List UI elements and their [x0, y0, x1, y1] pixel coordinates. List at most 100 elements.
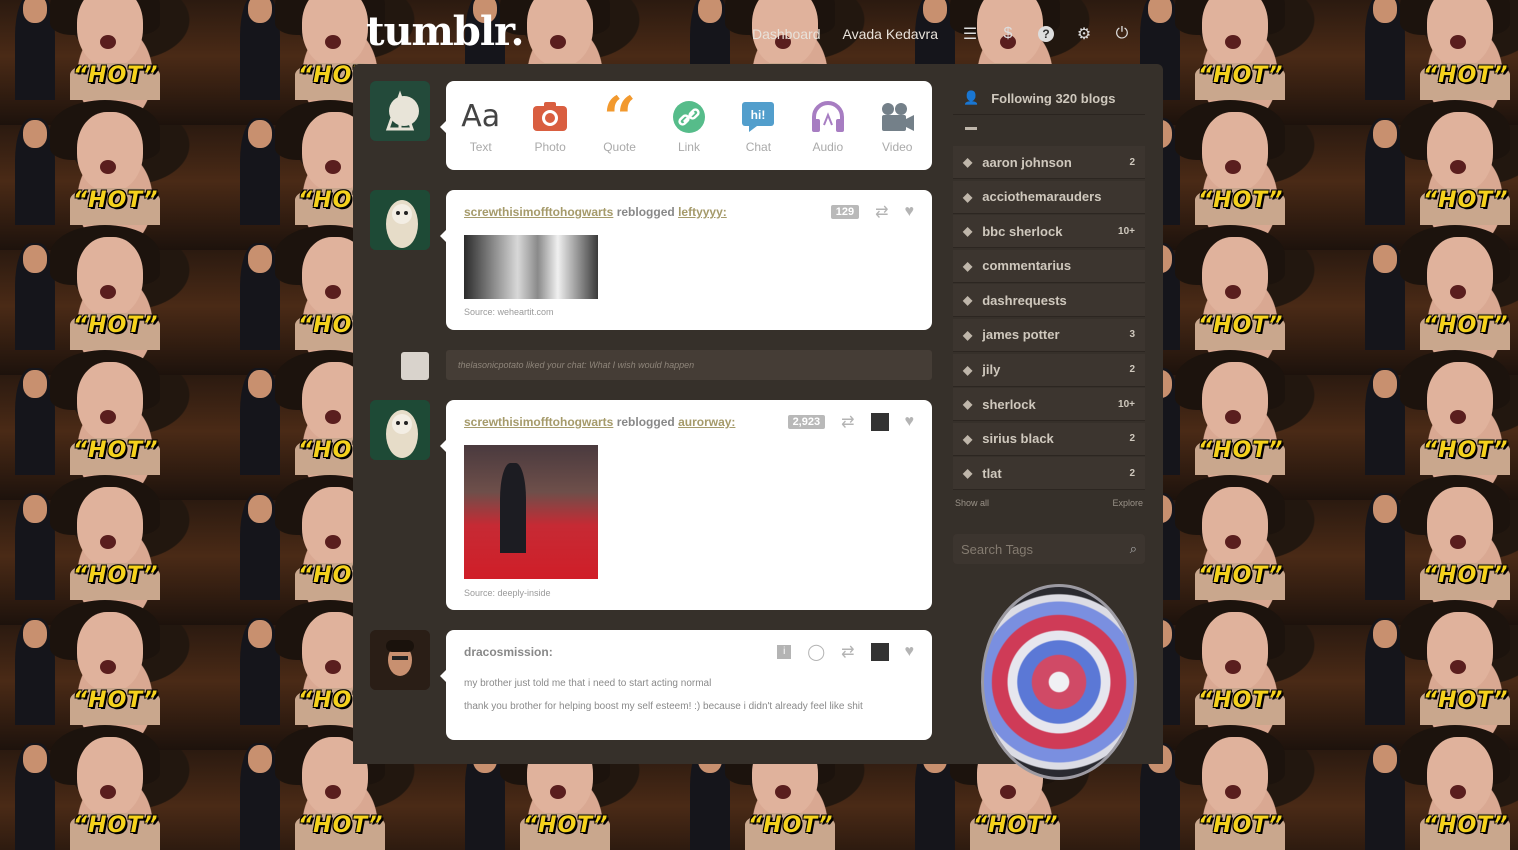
- tag-item[interactable]: ◆ james potter 3: [953, 318, 1145, 352]
- reblog-icon[interactable]: ⇄: [841, 642, 854, 662]
- tile-figure: [23, 495, 47, 523]
- heart-icon[interactable]: ♥: [905, 413, 915, 431]
- post-video-button[interactable]: Video: [866, 98, 928, 154]
- tag-item[interactable]: ◆ acciothemarauders: [953, 180, 1145, 214]
- gear-icon[interactable]: ⚙: [1074, 24, 1094, 44]
- reblog-icon[interactable]: ⇄: [875, 202, 888, 222]
- post-avatar[interactable]: [370, 630, 430, 690]
- post-source-link[interactable]: aurorway:: [678, 415, 735, 429]
- post-image[interactable]: [464, 235, 598, 299]
- search-tags-input[interactable]: Search Tags ⌕: [953, 534, 1145, 565]
- heart-icon[interactable]: ♥: [905, 203, 915, 221]
- edit-icon[interactable]: i: [777, 645, 792, 659]
- nav-dashboard-link[interactable]: Dashboard: [752, 26, 821, 42]
- post-photo-button[interactable]: Photo: [519, 98, 581, 154]
- tag-label: commentarius: [982, 258, 1072, 274]
- reblogger-avatar[interactable]: [870, 643, 889, 661]
- dollar-icon[interactable]: $: [998, 24, 1018, 44]
- reblog-icon[interactable]: ⇄: [841, 412, 854, 432]
- background-tile: “HOT”: [0, 225, 220, 350]
- camera-icon: [532, 98, 568, 136]
- post-avatar[interactable]: [370, 400, 430, 460]
- tag-item[interactable]: ◆ aaron johnson 2: [953, 146, 1145, 179]
- tile-mouth: [550, 785, 566, 799]
- notes-count[interactable]: 129: [830, 205, 860, 219]
- nav-blog-link[interactable]: Avada Kedavra: [843, 26, 938, 42]
- post-audio-button[interactable]: Audio: [797, 98, 859, 154]
- hot-caption: “HOT”: [1198, 313, 1284, 338]
- post-chat-button[interactable]: hi! Chat: [727, 98, 789, 154]
- tag-count: 2: [1129, 364, 1135, 376]
- tile-figure: [1148, 0, 1172, 23]
- tile-mouth: [100, 35, 116, 49]
- fan-decoration-image: [981, 584, 1137, 780]
- post-type-bar: Aa Text Photo “ Quote Link hi! Chat Audi…: [440, 81, 932, 170]
- tag-item[interactable]: ◆ dashrequests: [953, 284, 1145, 318]
- post-source[interactable]: Source: weheartit.com: [464, 307, 554, 317]
- post-author-link[interactable]: screwthisimofftohogwarts: [464, 415, 613, 429]
- tile-figure: [698, 0, 722, 23]
- tag-icon: ◆: [963, 224, 973, 239]
- tile-mouth: [775, 785, 791, 799]
- tile-mouth: [1450, 35, 1466, 49]
- heart-icon[interactable]: ♥: [905, 643, 915, 661]
- post-quote-button[interactable]: “ Quote: [589, 89, 651, 154]
- tile-figure: [1373, 620, 1397, 648]
- post-type-label: Audio: [812, 139, 844, 154]
- power-icon[interactable]: ⏻: [1112, 24, 1132, 44]
- post-source-link[interactable]: leftyyyy:: [678, 205, 727, 219]
- post-type-label: Text: [469, 139, 492, 154]
- post-text-button[interactable]: Aa Text: [450, 98, 512, 154]
- tile-figure: [1373, 495, 1397, 523]
- post-author-link[interactable]: screwthisimofftohogwarts: [464, 205, 613, 219]
- notes-count[interactable]: 2,923: [787, 415, 826, 429]
- tag-item[interactable]: ◆ tlat 2: [953, 457, 1145, 491]
- tag-icon: ◆: [963, 189, 973, 204]
- post-link-button[interactable]: Link: [658, 98, 720, 154]
- tag-item[interactable]: ◆ sherlock 10+: [953, 388, 1145, 422]
- hot-caption: “HOT”: [1423, 563, 1509, 588]
- tag-icon: ◆: [963, 258, 973, 273]
- tag-item[interactable]: ◆ sirius black 2: [953, 422, 1145, 456]
- notice-avatar[interactable]: [401, 352, 429, 380]
- explore-link[interactable]: Explore: [1112, 498, 1143, 508]
- tile-face: [1202, 487, 1268, 567]
- hot-caption: “HOT”: [298, 813, 384, 838]
- tag-item[interactable]: ◆ commentarius: [953, 249, 1145, 283]
- post-card: dracosmission: i ◯ ⇄ ♥ my brother just t…: [440, 630, 932, 740]
- hot-caption: “HOT”: [1198, 813, 1284, 838]
- post-action-text: reblogged: [616, 205, 675, 219]
- show-all-link[interactable]: Show all: [955, 498, 989, 508]
- dashboard-main: Aa Text Photo “ Quote Link hi! Chat Audi…: [353, 64, 1163, 780]
- hot-caption: “HOT”: [1423, 313, 1509, 338]
- post-image[interactable]: [464, 445, 598, 579]
- tile-mouth: [325, 160, 341, 174]
- tile-mouth: [1225, 410, 1241, 424]
- list-icon[interactable]: ☰: [960, 24, 980, 44]
- hot-caption: “HOT”: [1423, 813, 1509, 838]
- post-avatar[interactable]: [370, 190, 430, 250]
- post-type-label: Video: [881, 139, 913, 154]
- tile-figure: [1373, 370, 1397, 398]
- hot-caption: “HOT”: [1198, 438, 1284, 463]
- my-avatar[interactable]: [370, 81, 430, 141]
- search-icon[interactable]: ⌕: [1130, 541, 1137, 557]
- post-source[interactable]: Source: deeply-inside: [464, 588, 551, 598]
- tag-item[interactable]: ◆ bbc sherlock 10+: [953, 215, 1145, 249]
- tag-icon: ◆: [963, 397, 973, 412]
- tile-figure: [1373, 0, 1397, 23]
- help-icon[interactable]: ?: [1036, 24, 1056, 44]
- top-nav: Dashboard Avada Kedavra ☰ $ ? ⚙ ⏻: [752, 24, 1150, 44]
- post-author-link[interactable]: dracosmission:: [464, 645, 553, 659]
- tile-mouth: [1000, 785, 1016, 799]
- tag-icon: ◆: [963, 362, 973, 377]
- tag-label: aaron johnson: [982, 154, 1072, 170]
- comment-icon[interactable]: ◯: [807, 642, 825, 662]
- tag-count: 2: [1129, 156, 1135, 168]
- tumblr-logo[interactable]: tumblr.: [366, 8, 524, 55]
- reblogger-avatar[interactable]: [870, 413, 889, 431]
- following-link[interactable]: 👤 Following 320 blogs: [953, 82, 1145, 115]
- hot-caption: “HOT”: [1423, 188, 1509, 213]
- tag-icon: ◆: [963, 431, 973, 446]
- tag-item[interactable]: ◆ jily 2: [953, 353, 1145, 387]
